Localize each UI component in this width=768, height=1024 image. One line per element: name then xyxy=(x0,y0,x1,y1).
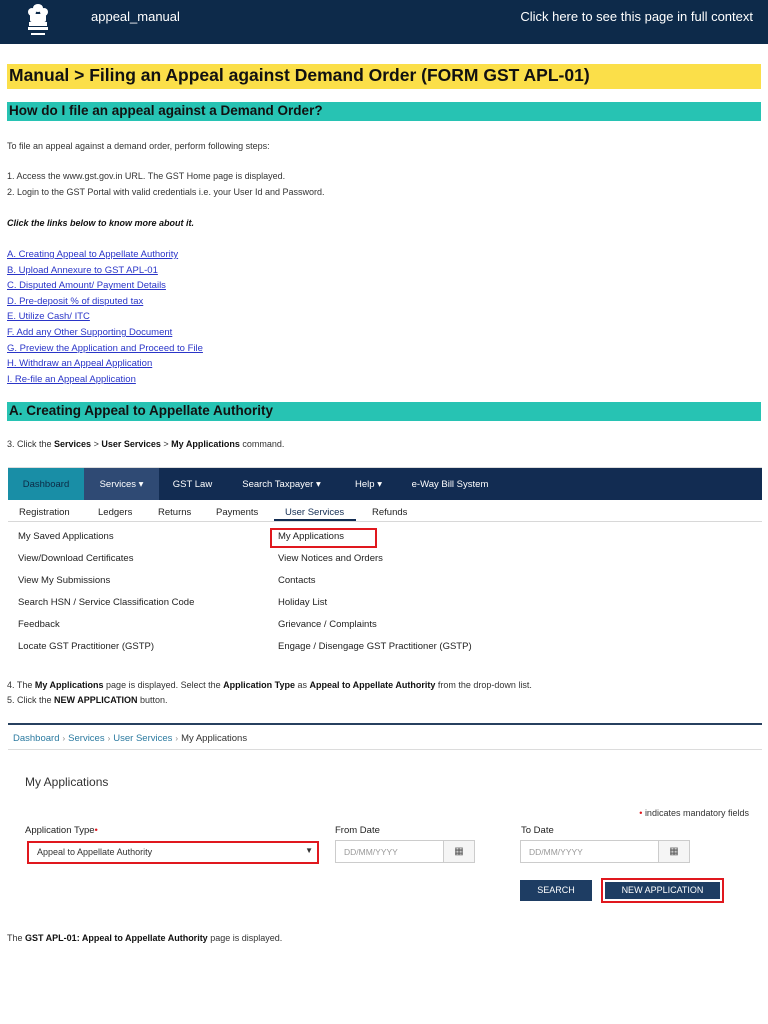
new-application-button[interactable]: NEW APPLICATION xyxy=(605,882,720,899)
full-context-link[interactable]: Click here to see this page in full cont… xyxy=(520,9,753,24)
menu-locate-gstp[interactable]: Locate GST Practitioner (GSTP) xyxy=(18,641,154,652)
nav-search-taxpayer[interactable]: Search Taxpayer ▾ xyxy=(226,468,337,500)
section-heading-bar: A. Creating Appeal to Appellate Authorit… xyxy=(7,402,761,421)
menu-search-hsn[interactable]: Search HSN / Service Classification Code xyxy=(18,597,194,608)
topic-link[interactable]: G. Preview the Application and Proceed t… xyxy=(7,343,203,359)
main-nav: Dashboard Services ▾ GST Law Search Taxp… xyxy=(8,468,762,500)
step-3-text: 3. Click the Services > User Services > … xyxy=(7,439,285,449)
top-bar: appeal_manual Click here to see this pag… xyxy=(0,0,768,44)
breadcrumb: Dashboard › Services › User Services › My Appl… xyxy=(13,733,247,744)
my-applications-screenshot: Dashboard › Services › User Services › My Appl… xyxy=(8,723,762,911)
topic-links: A. Creating Appeal to Appellate Authorit… xyxy=(7,249,203,389)
services-subnav: Registration Ledgers Returns Payments Us… xyxy=(8,501,762,522)
menu-engage-gstp[interactable]: Engage / Disengage GST Practitioner (GST… xyxy=(278,641,472,652)
search-button[interactable]: SEARCH xyxy=(520,880,592,901)
topic-link[interactable]: B. Upload Annexure to GST APL-01 xyxy=(7,265,203,281)
highlight-new-application: NEW APPLICATION xyxy=(601,878,724,903)
active-tab-indicator xyxy=(274,519,356,521)
menu-view-my-submissions[interactable]: View My Submissions xyxy=(18,575,110,586)
dropdown-caret-icon: ▼ xyxy=(305,846,313,855)
subnav-ledgers[interactable]: Ledgers xyxy=(98,507,132,518)
menu-view-notices-orders[interactable]: View Notices and Orders xyxy=(278,553,383,564)
to-date-label: To Date xyxy=(521,825,554,836)
menu-my-applications[interactable]: My Applications xyxy=(278,531,344,542)
section-heading: How do I file an appeal against a Demand… xyxy=(9,103,323,118)
mandatory-note: • indicates mandatory fields xyxy=(639,808,749,818)
topic-link[interactable]: F. Add any Other Supporting Document xyxy=(7,327,203,343)
nav-gst-law[interactable]: GST Law xyxy=(159,468,226,500)
breadcrumb-separator: › xyxy=(175,734,179,743)
topic-link[interactable]: D. Pre-deposit % of disputed tax xyxy=(7,296,203,312)
subnav-payments[interactable]: Payments xyxy=(216,507,258,518)
from-date-input[interactable]: DD/MM/YYYY ▦ xyxy=(335,840,475,863)
step-2-text: 2. Login to the GST Portal with valid cr… xyxy=(7,187,325,197)
menu-feedback[interactable]: Feedback xyxy=(18,619,60,630)
application-type-label: Application Type• xyxy=(25,825,98,836)
breadcrumb-services[interactable]: Services xyxy=(68,733,104,744)
calendar-icon[interactable]: ▦ xyxy=(443,841,474,862)
nav-eway-bill[interactable]: e-Way Bill System xyxy=(400,468,500,500)
topic-link[interactable]: C. Disputed Amount/ Payment Details xyxy=(7,280,203,296)
services-menu-screenshot: Dashboard Services ▾ GST Law Search Taxp… xyxy=(8,467,762,658)
section-heading: A. Creating Appeal to Appellate Authorit… xyxy=(9,403,274,418)
topic-link[interactable]: A. Creating Appeal to Appellate Authorit… xyxy=(7,249,203,265)
app-name: appeal_manual xyxy=(91,9,180,24)
form-title: My Applications xyxy=(25,775,109,789)
application-type-select[interactable]: Appeal to Appellate Authority ▼ xyxy=(27,841,319,864)
divider xyxy=(8,749,762,750)
breadcrumb-separator: › xyxy=(107,734,111,743)
national-emblem-icon xyxy=(28,4,48,35)
section-heading-bar: How do I file an appeal against a Demand… xyxy=(7,102,761,121)
to-date-input[interactable]: DD/MM/YYYY ▦ xyxy=(520,840,690,863)
topic-link[interactable]: E. Utilize Cash/ ITC xyxy=(7,311,203,327)
breadcrumb-separator: › xyxy=(62,734,66,743)
menu-view-download-certificates[interactable]: View/Download Certificates xyxy=(18,553,133,564)
breadcrumb-user-services[interactable]: User Services xyxy=(113,733,172,744)
topic-link[interactable]: H. Withdraw an Appeal Application xyxy=(7,358,203,374)
from-date-placeholder: DD/MM/YYYY xyxy=(344,847,398,857)
closing-text: The GST APL-01: Appeal to Appellate Auth… xyxy=(7,933,283,943)
subnav-refunds[interactable]: Refunds xyxy=(372,507,407,518)
nav-services[interactable]: Services ▾ xyxy=(84,468,159,500)
breadcrumb-current: My Applications xyxy=(181,733,248,744)
nav-dashboard[interactable]: Dashboard xyxy=(8,468,84,500)
subnav-registration[interactable]: Registration xyxy=(19,507,70,518)
to-date-placeholder: DD/MM/YYYY xyxy=(529,847,583,857)
calendar-icon[interactable]: ▦ xyxy=(658,841,689,862)
topic-link[interactable]: I. Re-file an Appeal Application xyxy=(7,374,203,390)
page-title-bar: Manual > Filing an Appeal against Demand… xyxy=(7,64,761,89)
step-4-text: 4. The My Applications page is displayed… xyxy=(7,680,532,690)
subnav-returns[interactable]: Returns xyxy=(158,507,191,518)
subnav-user-services[interactable]: User Services xyxy=(285,507,344,518)
nav-help[interactable]: Help ▾ xyxy=(337,468,400,500)
intro-text: To file an appeal against a demand order… xyxy=(7,141,270,151)
application-type-value: Appeal to Appellate Authority xyxy=(37,847,153,857)
from-date-label: From Date xyxy=(335,825,380,836)
breadcrumb-dashboard[interactable]: Dashboard xyxy=(13,733,59,744)
menu-holiday-list[interactable]: Holiday List xyxy=(278,597,327,608)
links-note: Click the links below to know more about… xyxy=(7,218,195,228)
step-5-text: 5. Click the NEW APPLICATION button. xyxy=(7,695,168,705)
step-1-text: 1. Access the www.gst.gov.in URL. The GS… xyxy=(7,171,286,181)
menu-my-saved-applications[interactable]: My Saved Applications xyxy=(18,531,114,542)
menu-contacts[interactable]: Contacts xyxy=(278,575,316,586)
menu-grievance-complaints[interactable]: Grievance / Complaints xyxy=(278,619,377,630)
page-title: Manual > Filing an Appeal against Demand… xyxy=(9,65,590,85)
